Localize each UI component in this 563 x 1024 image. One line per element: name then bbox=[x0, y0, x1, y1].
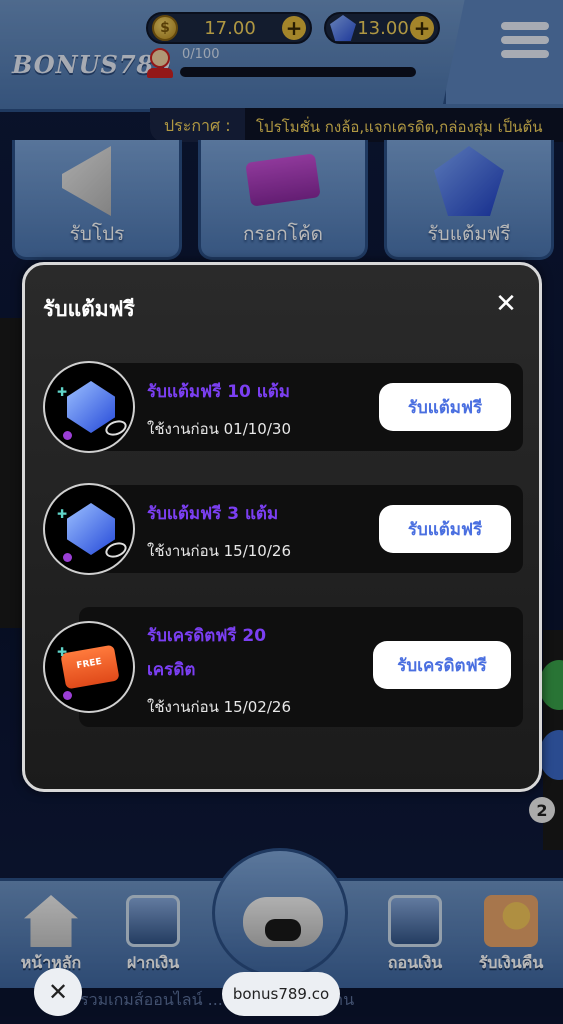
claim-points-button[interactable]: รับแต้มฟรี bbox=[379, 383, 511, 431]
reward-title: รับแต้มฟรี 10 แต้ม bbox=[147, 382, 290, 402]
reward-expiry: ใช้งานก่อน 15/10/26 bbox=[147, 542, 291, 560]
reward-expiry: ใช้งานก่อน 01/10/30 bbox=[147, 420, 291, 438]
reward-card: ✚ รับแต้มฟรี 3 แต้ม ใช้งานก่อน 15/10/26 … bbox=[43, 483, 523, 575]
gem-icon: ✚ bbox=[43, 361, 135, 453]
claim-points-button[interactable]: รับแต้มฟรี bbox=[379, 505, 511, 553]
reward-title: รับแต้มฟรี 3 แต้ม bbox=[147, 504, 279, 524]
free-credit-card-icon: FREE ✚ bbox=[43, 621, 135, 713]
reward-card: ✚ รับแต้มฟรี 10 แต้ม ใช้งานก่อน 01/10/30… bbox=[43, 361, 523, 453]
free-points-modal: รับแต้มฟรี ✕ ✚ รับแต้มฟรี 10 แต้ม ใช้งาน… bbox=[22, 262, 542, 792]
reward-title: รับเครดิตฟรี 20 bbox=[147, 626, 267, 646]
reward-card: FREE ✚ รับเครดิตฟรี 20 เครดิต ใช้งานก่อน… bbox=[43, 607, 523, 727]
reward-title-line2: เครดิต bbox=[147, 660, 196, 680]
modal-title: รับแต้มฟรี bbox=[43, 297, 135, 321]
card-text: FREE bbox=[75, 656, 103, 672]
claim-credit-button[interactable]: รับเครดิตฟรี bbox=[373, 641, 511, 689]
gem-icon: ✚ bbox=[43, 483, 135, 575]
browser-close-button[interactable]: ✕ bbox=[34, 968, 82, 1016]
url-bar[interactable]: bonus789.co bbox=[222, 972, 340, 1016]
close-icon[interactable]: ✕ bbox=[493, 291, 519, 317]
app-page: BONUS789 $ 17.00 + 13.00 + 0/100 โปรโมชั… bbox=[0, 0, 563, 1024]
reward-expiry: ใช้งานก่อน 15/02/26 bbox=[147, 698, 291, 716]
